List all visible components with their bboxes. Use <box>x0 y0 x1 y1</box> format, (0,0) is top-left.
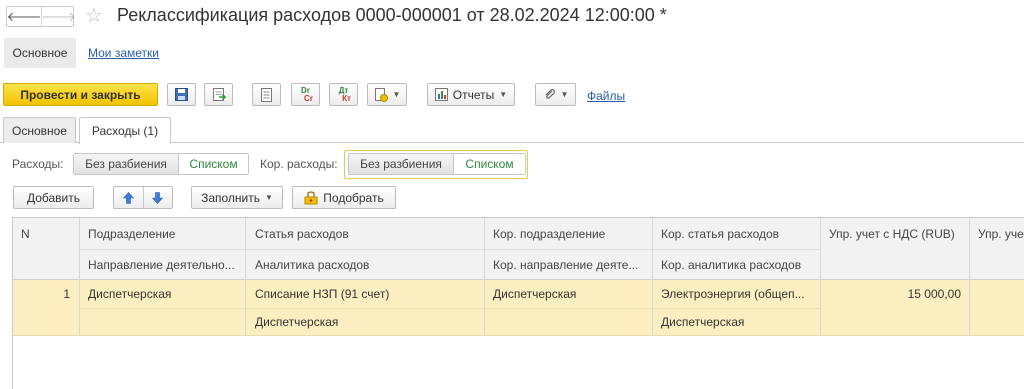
column-divider <box>969 218 970 336</box>
pick-icon <box>304 190 318 204</box>
post-button[interactable] <box>204 83 233 106</box>
cell-cor-division[interactable]: Диспетчерская <box>484 280 652 308</box>
header-direction[interactable]: Направление деятельно... <box>79 249 244 280</box>
column-divider <box>820 218 821 336</box>
paperclip-icon <box>545 88 555 99</box>
fill-label: Заполнить <box>201 190 260 205</box>
reports-label: Отчеты <box>452 87 495 102</box>
pick-button[interactable]: Подобрать <box>292 186 396 209</box>
cell-cor-direction[interactable] <box>484 308 652 336</box>
cor-expenses-switch: Без разбиения Списком <box>348 153 526 175</box>
expenses-no-split-option[interactable]: Без разбиения <box>74 154 179 174</box>
cell-division[interactable]: Диспетчерская <box>79 280 245 308</box>
back-button[interactable]: 🡐 <box>6 7 42 26</box>
forward-button[interactable]: 🡒 <box>41 7 76 26</box>
post-document-icon <box>212 87 226 101</box>
move-buttons <box>113 186 173 209</box>
expenses-table: N Подразделение Направление деятельно...… <box>12 217 1024 389</box>
move-down-button[interactable] <box>144 187 173 208</box>
reports-button[interactable]: Отчеты ▼ <box>427 83 515 106</box>
kt-label: Кт <box>342 93 351 103</box>
list-document-icon <box>261 87 272 102</box>
header-cor-direction[interactable]: Кор. направление деяте... <box>484 249 652 280</box>
pick-label: Подобрать <box>323 190 384 205</box>
header-cor-division[interactable]: Кор. подразделение <box>484 218 652 249</box>
chevron-down-icon: ▼ <box>560 90 569 99</box>
column-divider <box>79 218 80 336</box>
chevron-down-icon: ▼ <box>499 90 508 99</box>
header-expense-item[interactable]: Статья расходов <box>246 218 484 249</box>
cell-cor-analytics[interactable]: Диспетчерская <box>652 308 820 336</box>
tab-main[interactable]: Основное <box>3 117 76 143</box>
fill-button[interactable]: Заполнить ▼ <box>191 186 283 209</box>
arrow-down-icon <box>152 191 164 204</box>
save-icon <box>175 88 188 101</box>
page-title: Реклассификация расходов 0000-000001 от … <box>117 5 667 25</box>
post-and-close-button[interactable]: Провести и закрыть <box>3 83 158 106</box>
tab-divider-mid <box>76 142 79 143</box>
expenses-switch: Без разбиения Списком <box>73 153 249 175</box>
column-divider <box>245 218 246 336</box>
header-expense-analytics[interactable]: Аналитика расходов <box>246 249 484 280</box>
attachments-button[interactable]: ▼ <box>535 83 576 106</box>
move-up-button[interactable] <box>114 187 144 208</box>
column-divider <box>484 218 485 336</box>
expenses-label: Расходы: <box>12 157 64 171</box>
cell-direction[interactable] <box>79 308 245 336</box>
arrow-up-icon <box>122 191 134 204</box>
tab-divider <box>171 142 1024 143</box>
row-inner-divider <box>79 308 820 309</box>
navigation-buttons: 🡐 🡒 <box>6 6 76 27</box>
header-mgmt-next[interactable]: Упр. уче <box>969 218 1024 249</box>
cor-expenses-no-split-option[interactable]: Без разбиения <box>349 154 454 174</box>
arrow-right-icon: 🡒 <box>41 8 76 24</box>
header-cor-analytics[interactable]: Кор. аналитика расходов <box>652 249 820 280</box>
cell-n: 1 <box>63 287 70 301</box>
cell-mgmt-vat[interactable]: 15 000,00 <box>820 280 970 308</box>
cell-cor-expense-item[interactable]: Электроэнергия (общеп... <box>652 280 820 308</box>
header-n[interactable]: N <box>13 218 79 249</box>
create-based-on-icon <box>374 87 388 102</box>
tab-divider-left <box>0 142 3 143</box>
cell-expense-item[interactable]: Списание НЗП (91 счет) <box>246 280 484 308</box>
cor-expenses-label: Кор. расходы: <box>260 157 338 171</box>
column-divider <box>652 218 653 336</box>
dt-kt-button[interactable]: Дт Кт <box>329 83 358 106</box>
add-button[interactable]: Добавить <box>13 186 94 209</box>
cor-expenses-list-option[interactable]: Списком <box>454 154 525 174</box>
header-mgmt-vat[interactable]: Упр. учет с НДС (RUB) <box>820 218 970 249</box>
header-cor-expense-item[interactable]: Кор. статья расходов <box>652 218 820 249</box>
document-list-button[interactable] <box>252 83 281 106</box>
cr-label: Cr <box>304 93 313 103</box>
table-header: N Подразделение Направление деятельно...… <box>13 218 1024 280</box>
expenses-list-option[interactable]: Списком <box>179 154 248 174</box>
view-tab-notes[interactable]: Мои заметки <box>88 46 159 60</box>
create-based-on-button[interactable]: ▼ <box>367 83 407 106</box>
report-icon <box>434 88 448 101</box>
chevron-down-icon: ▼ <box>392 90 401 99</box>
header-division[interactable]: Подразделение <box>79 218 244 249</box>
table-row[interactable]: 1 Диспетчерская Списание НЗП (91 счет) Д… <box>13 280 1024 336</box>
header-row-divider <box>79 249 820 250</box>
cell-expense-analytics[interactable]: Диспетчерская <box>246 308 484 336</box>
view-tab-main[interactable]: Основное <box>4 38 76 68</box>
files-link[interactable]: Файлы <box>587 89 625 103</box>
save-button[interactable] <box>167 83 196 106</box>
dr-cr-button[interactable]: Dr Cr <box>291 83 320 106</box>
tab-expenses[interactable]: Расходы (1) <box>79 117 171 144</box>
arrow-left-icon: 🡐 <box>6 8 42 24</box>
favorite-star-icon[interactable]: ☆ <box>85 3 103 28</box>
chevron-down-icon: ▼ <box>265 193 273 202</box>
